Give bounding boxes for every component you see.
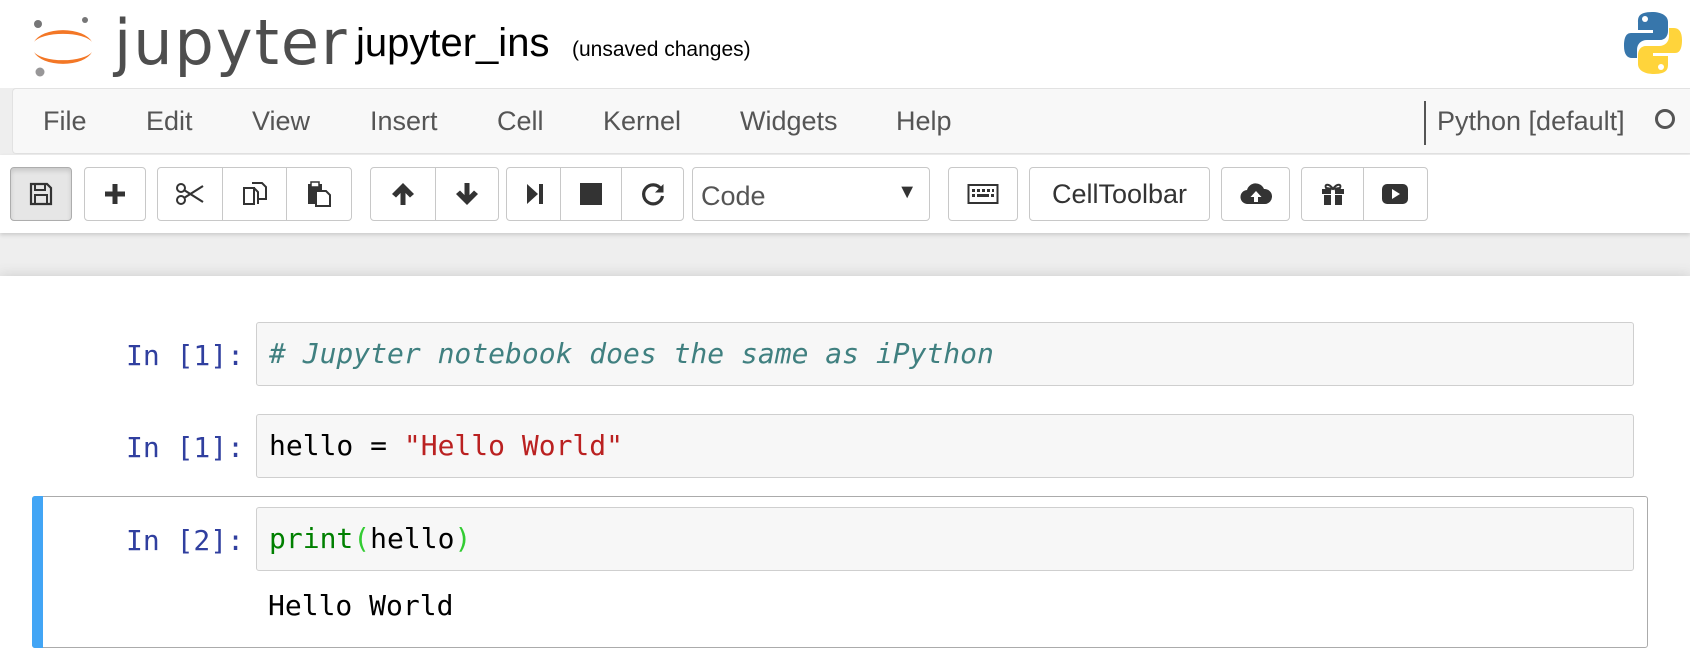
video-button[interactable] bbox=[1362, 167, 1428, 221]
edit-group bbox=[157, 167, 352, 221]
menu-cell[interactable]: Cell bbox=[497, 105, 544, 137]
interrupt-button[interactable] bbox=[559, 167, 623, 221]
move-down-button[interactable] bbox=[434, 167, 499, 221]
paste-button[interactable] bbox=[286, 167, 352, 221]
jupyter-logo-icon bbox=[34, 17, 92, 77]
arrow-down-icon bbox=[455, 183, 478, 205]
stop-icon bbox=[580, 183, 602, 205]
menu-kernel[interactable]: Kernel bbox=[603, 105, 681, 137]
upload-group bbox=[1221, 167, 1290, 221]
input-prompt: In [1]: bbox=[126, 339, 245, 372]
chevron-down-icon: ▼ bbox=[897, 181, 917, 203]
move-group bbox=[370, 167, 499, 221]
keyboard-group bbox=[948, 167, 1018, 221]
celltoolbar-group: CellToolbar bbox=[1029, 167, 1210, 221]
cell-type-select[interactable]: Code ▼ bbox=[692, 167, 930, 221]
save-button[interactable] bbox=[10, 167, 72, 221]
save-group bbox=[10, 167, 72, 221]
code-argument: hello bbox=[370, 522, 455, 555]
step-forward-icon bbox=[526, 184, 543, 204]
run-group bbox=[506, 167, 684, 221]
paste-icon bbox=[308, 181, 331, 207]
move-up-button[interactable] bbox=[370, 167, 436, 221]
menubar: File Edit View Insert Cell Kernel Widget… bbox=[12, 88, 1690, 154]
kernel-divider bbox=[1424, 101, 1426, 145]
celltoolbar-button[interactable]: CellToolbar bbox=[1029, 167, 1210, 221]
upload-button[interactable] bbox=[1221, 167, 1290, 221]
menu-file[interactable]: File bbox=[43, 105, 87, 137]
cut-button[interactable] bbox=[157, 167, 223, 221]
youtube-play-icon bbox=[1382, 184, 1408, 204]
code-comment: # Jupyter notebook does the same as iPyt… bbox=[269, 337, 994, 370]
menu-help[interactable]: Help bbox=[896, 105, 952, 137]
keyboard-icon bbox=[967, 184, 999, 204]
menu-insert[interactable]: Insert bbox=[370, 105, 438, 137]
code-string: "Hello World" bbox=[403, 429, 624, 462]
cell-output: Hello World bbox=[268, 589, 454, 622]
cloud-upload-icon bbox=[1240, 183, 1272, 205]
code-variable: hello = bbox=[269, 429, 404, 462]
toolbar: Code ▼ CellToolbar bbox=[0, 155, 1690, 233]
menu-view[interactable]: View bbox=[252, 105, 310, 137]
kernel-name[interactable]: Python [default] bbox=[1437, 105, 1625, 137]
selected-cell-indicator bbox=[32, 496, 43, 648]
jupyter-logo-text: jupyter bbox=[114, 6, 349, 79]
menu-edit[interactable]: Edit bbox=[146, 105, 193, 137]
cut-icon bbox=[176, 183, 204, 205]
python-logo-icon bbox=[1624, 12, 1682, 74]
gift-button[interactable] bbox=[1301, 167, 1364, 221]
cell-type-value: Code bbox=[701, 181, 766, 211]
code-editor[interactable]: hello = "Hello World" bbox=[256, 414, 1634, 478]
celltoolbar-label: CellToolbar bbox=[1051, 178, 1188, 209]
notebook-name[interactable]: jupyter_ins bbox=[356, 18, 549, 68]
copy-button[interactable] bbox=[221, 167, 288, 221]
code-editor[interactable]: # Jupyter notebook does the same as iPyt… bbox=[256, 322, 1634, 386]
plus-icon bbox=[105, 184, 125, 204]
code-editor[interactable]: print(hello) bbox=[256, 507, 1634, 571]
input-prompt: In [2]: bbox=[126, 524, 245, 557]
arrow-up-icon bbox=[392, 183, 414, 205]
extensions-group bbox=[1301, 167, 1428, 221]
save-icon bbox=[29, 182, 53, 206]
save-status: (unsaved changes) bbox=[572, 38, 751, 61]
refresh-icon bbox=[641, 183, 664, 206]
code-bracket-close: ) bbox=[454, 522, 472, 555]
header: jupyter jupyter_ins (unsaved changes) bbox=[0, 0, 1690, 88]
command-palette-button[interactable] bbox=[948, 167, 1018, 221]
code-line: print(hello) bbox=[269, 521, 471, 557]
jupyter-logo[interactable]: jupyter bbox=[28, 8, 347, 78]
kernel-idle-circle-icon bbox=[1655, 109, 1675, 129]
code-line: hello = "Hello World" bbox=[269, 428, 623, 464]
gift-icon bbox=[1321, 183, 1344, 205]
run-button[interactable] bbox=[506, 167, 561, 221]
insert-group bbox=[84, 167, 146, 221]
copy-icon bbox=[242, 182, 267, 205]
code-bracket-open: ( bbox=[353, 522, 371, 555]
code-builtin: print bbox=[269, 522, 354, 555]
menu-widgets[interactable]: Widgets bbox=[740, 105, 838, 137]
input-prompt: In [1]: bbox=[126, 431, 245, 464]
restart-button[interactable] bbox=[621, 167, 684, 221]
insert-cell-button[interactable] bbox=[84, 167, 146, 221]
